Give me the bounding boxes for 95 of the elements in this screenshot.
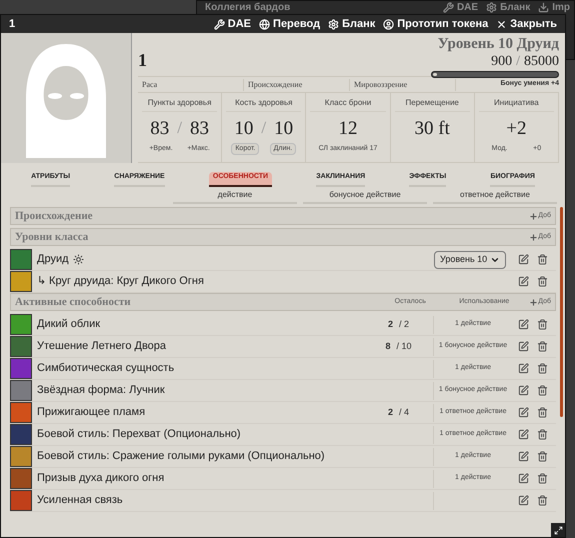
section-title: Происхождение bbox=[15, 208, 93, 224]
feature-name: Боевой стиль: Сражение голыми руками (Опционально) bbox=[37, 449, 325, 464]
edit-icon[interactable] bbox=[518, 451, 529, 462]
uses-max: / 10 bbox=[396, 340, 412, 353]
globe-icon bbox=[259, 18, 270, 30]
stat-label: Класс брони bbox=[310, 97, 386, 112]
edit-icon[interactable] bbox=[518, 473, 529, 484]
xp-current[interactable]: 900 bbox=[491, 55, 512, 69]
detail-field[interactable]: Раса bbox=[138, 78, 244, 90]
delete-icon[interactable] bbox=[537, 363, 548, 374]
title-bar-button[interactable]: Imp bbox=[538, 0, 570, 15]
delete-icon[interactable] bbox=[537, 276, 548, 287]
window-title: 1 bbox=[9, 16, 16, 32]
edit-icon[interactable] bbox=[518, 495, 529, 506]
detail-field[interactable]: Происхождение bbox=[244, 78, 350, 90]
download-icon bbox=[538, 2, 550, 13]
uses-max: / 2 bbox=[399, 318, 410, 331]
stat-label: Перемещение bbox=[394, 97, 470, 112]
feature-name: Друид bbox=[37, 252, 69, 268]
window-title: Коллегия бардов bbox=[205, 1, 290, 15]
feature-row[interactable]: Друид Уровень 10 bbox=[10, 249, 556, 271]
feature-row[interactable]: Усиленная связь bbox=[10, 490, 556, 512]
uses-value[interactable]: 2 bbox=[388, 318, 393, 332]
feature-name: ↳ Круг друида: Круг Дикого Огня bbox=[37, 274, 204, 290]
plus-icon bbox=[529, 232, 538, 242]
stat-label: Пункты здоровья bbox=[142, 97, 218, 112]
delete-icon[interactable] bbox=[537, 495, 548, 506]
title-bar-button[interactable]: DAE bbox=[442, 0, 478, 15]
wrench-icon bbox=[442, 2, 454, 13]
edit-icon[interactable] bbox=[518, 385, 529, 396]
edit-icon[interactable] bbox=[518, 276, 529, 287]
xp-max: 85000 bbox=[524, 55, 559, 69]
filter-button[interactable]: бонусное действие bbox=[303, 188, 427, 204]
stat-max: 10 bbox=[274, 118, 294, 138]
resize-icon bbox=[554, 526, 562, 534]
gear-icon bbox=[486, 2, 498, 13]
delete-icon[interactable] bbox=[537, 254, 548, 265]
edit-icon[interactable] bbox=[518, 407, 529, 418]
uses-value[interactable]: 2 bbox=[388, 406, 393, 420]
feature-name: Звёздная форма: Лучник bbox=[37, 383, 165, 398]
feature-name: Прижигающее пламя bbox=[37, 405, 146, 420]
uses-value[interactable]: 8 bbox=[385, 340, 390, 354]
delete-icon[interactable] bbox=[537, 341, 548, 352]
plus-icon bbox=[529, 212, 538, 220]
stat-value: 83 bbox=[150, 118, 170, 138]
plus-icon bbox=[529, 298, 538, 306]
delete-icon[interactable] bbox=[537, 451, 548, 462]
user-circle-icon bbox=[383, 18, 394, 30]
section-title: Уровни класса bbox=[15, 230, 88, 245]
title-bar-button[interactable]: Бланк bbox=[486, 0, 530, 15]
close-icon bbox=[496, 18, 508, 30]
edit-icon[interactable] bbox=[518, 363, 529, 374]
stat-slash: / bbox=[177, 117, 182, 140]
delete-icon[interactable] bbox=[537, 385, 548, 396]
stat-value: 12 bbox=[338, 118, 358, 138]
delete-icon[interactable] bbox=[537, 319, 548, 330]
section-title: Активные способности bbox=[15, 294, 131, 310]
resize-handle[interactable] bbox=[551, 523, 565, 537]
level-select[interactable]: Уровень 10 bbox=[434, 250, 506, 268]
stat-value: 10 bbox=[234, 118, 254, 138]
filter-button[interactable]: ответное действие bbox=[433, 188, 557, 204]
stat-label: Инициатива bbox=[478, 97, 554, 112]
uses-max: / 4 bbox=[399, 406, 410, 419]
stat-value: +2 bbox=[506, 118, 526, 138]
edit-icon[interactable] bbox=[518, 429, 529, 440]
stat-max: 83 bbox=[190, 118, 209, 138]
scrollbar[interactable] bbox=[560, 207, 563, 417]
title-bar-button[interactable]: Прототип токена bbox=[383, 16, 488, 32]
gear-icon bbox=[328, 18, 340, 30]
feature-name: Призыв духа дикого огня bbox=[37, 471, 164, 486]
delete-icon[interactable] bbox=[537, 473, 548, 484]
detail-field[interactable]: Мировоззрение bbox=[350, 78, 456, 90]
edit-icon[interactable] bbox=[518, 254, 529, 265]
feature-name: Боевой стиль: Перехват (Опционально) bbox=[37, 427, 241, 442]
feature-name: Дикий облик bbox=[37, 317, 100, 332]
edit-icon[interactable] bbox=[518, 319, 529, 330]
stat-label: Кость здоровья bbox=[226, 97, 302, 112]
delete-icon[interactable] bbox=[537, 429, 548, 440]
class-level: Уровень 10 Друид bbox=[438, 37, 559, 52]
feature-name: Симбиотическая сущность bbox=[37, 361, 174, 376]
title-bar-button[interactable]: Бланк bbox=[328, 16, 376, 32]
xp-slash: / bbox=[516, 55, 520, 69]
character-name[interactable]: 1 bbox=[138, 47, 147, 74]
feature-name: Утешение Летнего Двора bbox=[37, 339, 166, 354]
edit-icon[interactable] bbox=[518, 341, 529, 352]
stat-value: 30 ft bbox=[414, 118, 450, 138]
feature-name: Усиленная связь bbox=[37, 493, 123, 508]
title-bar-button[interactable]: Закрыть bbox=[496, 16, 557, 32]
stat-slash: / bbox=[261, 117, 266, 140]
advancement-icon[interactable] bbox=[72, 254, 84, 265]
delete-icon[interactable] bbox=[537, 407, 548, 418]
title-bar-button[interactable]: Перевод bbox=[259, 16, 320, 32]
title-bar-button[interactable]: DAE bbox=[214, 16, 252, 32]
filter-button[interactable]: действие bbox=[173, 188, 297, 204]
wrench-icon bbox=[214, 18, 225, 30]
